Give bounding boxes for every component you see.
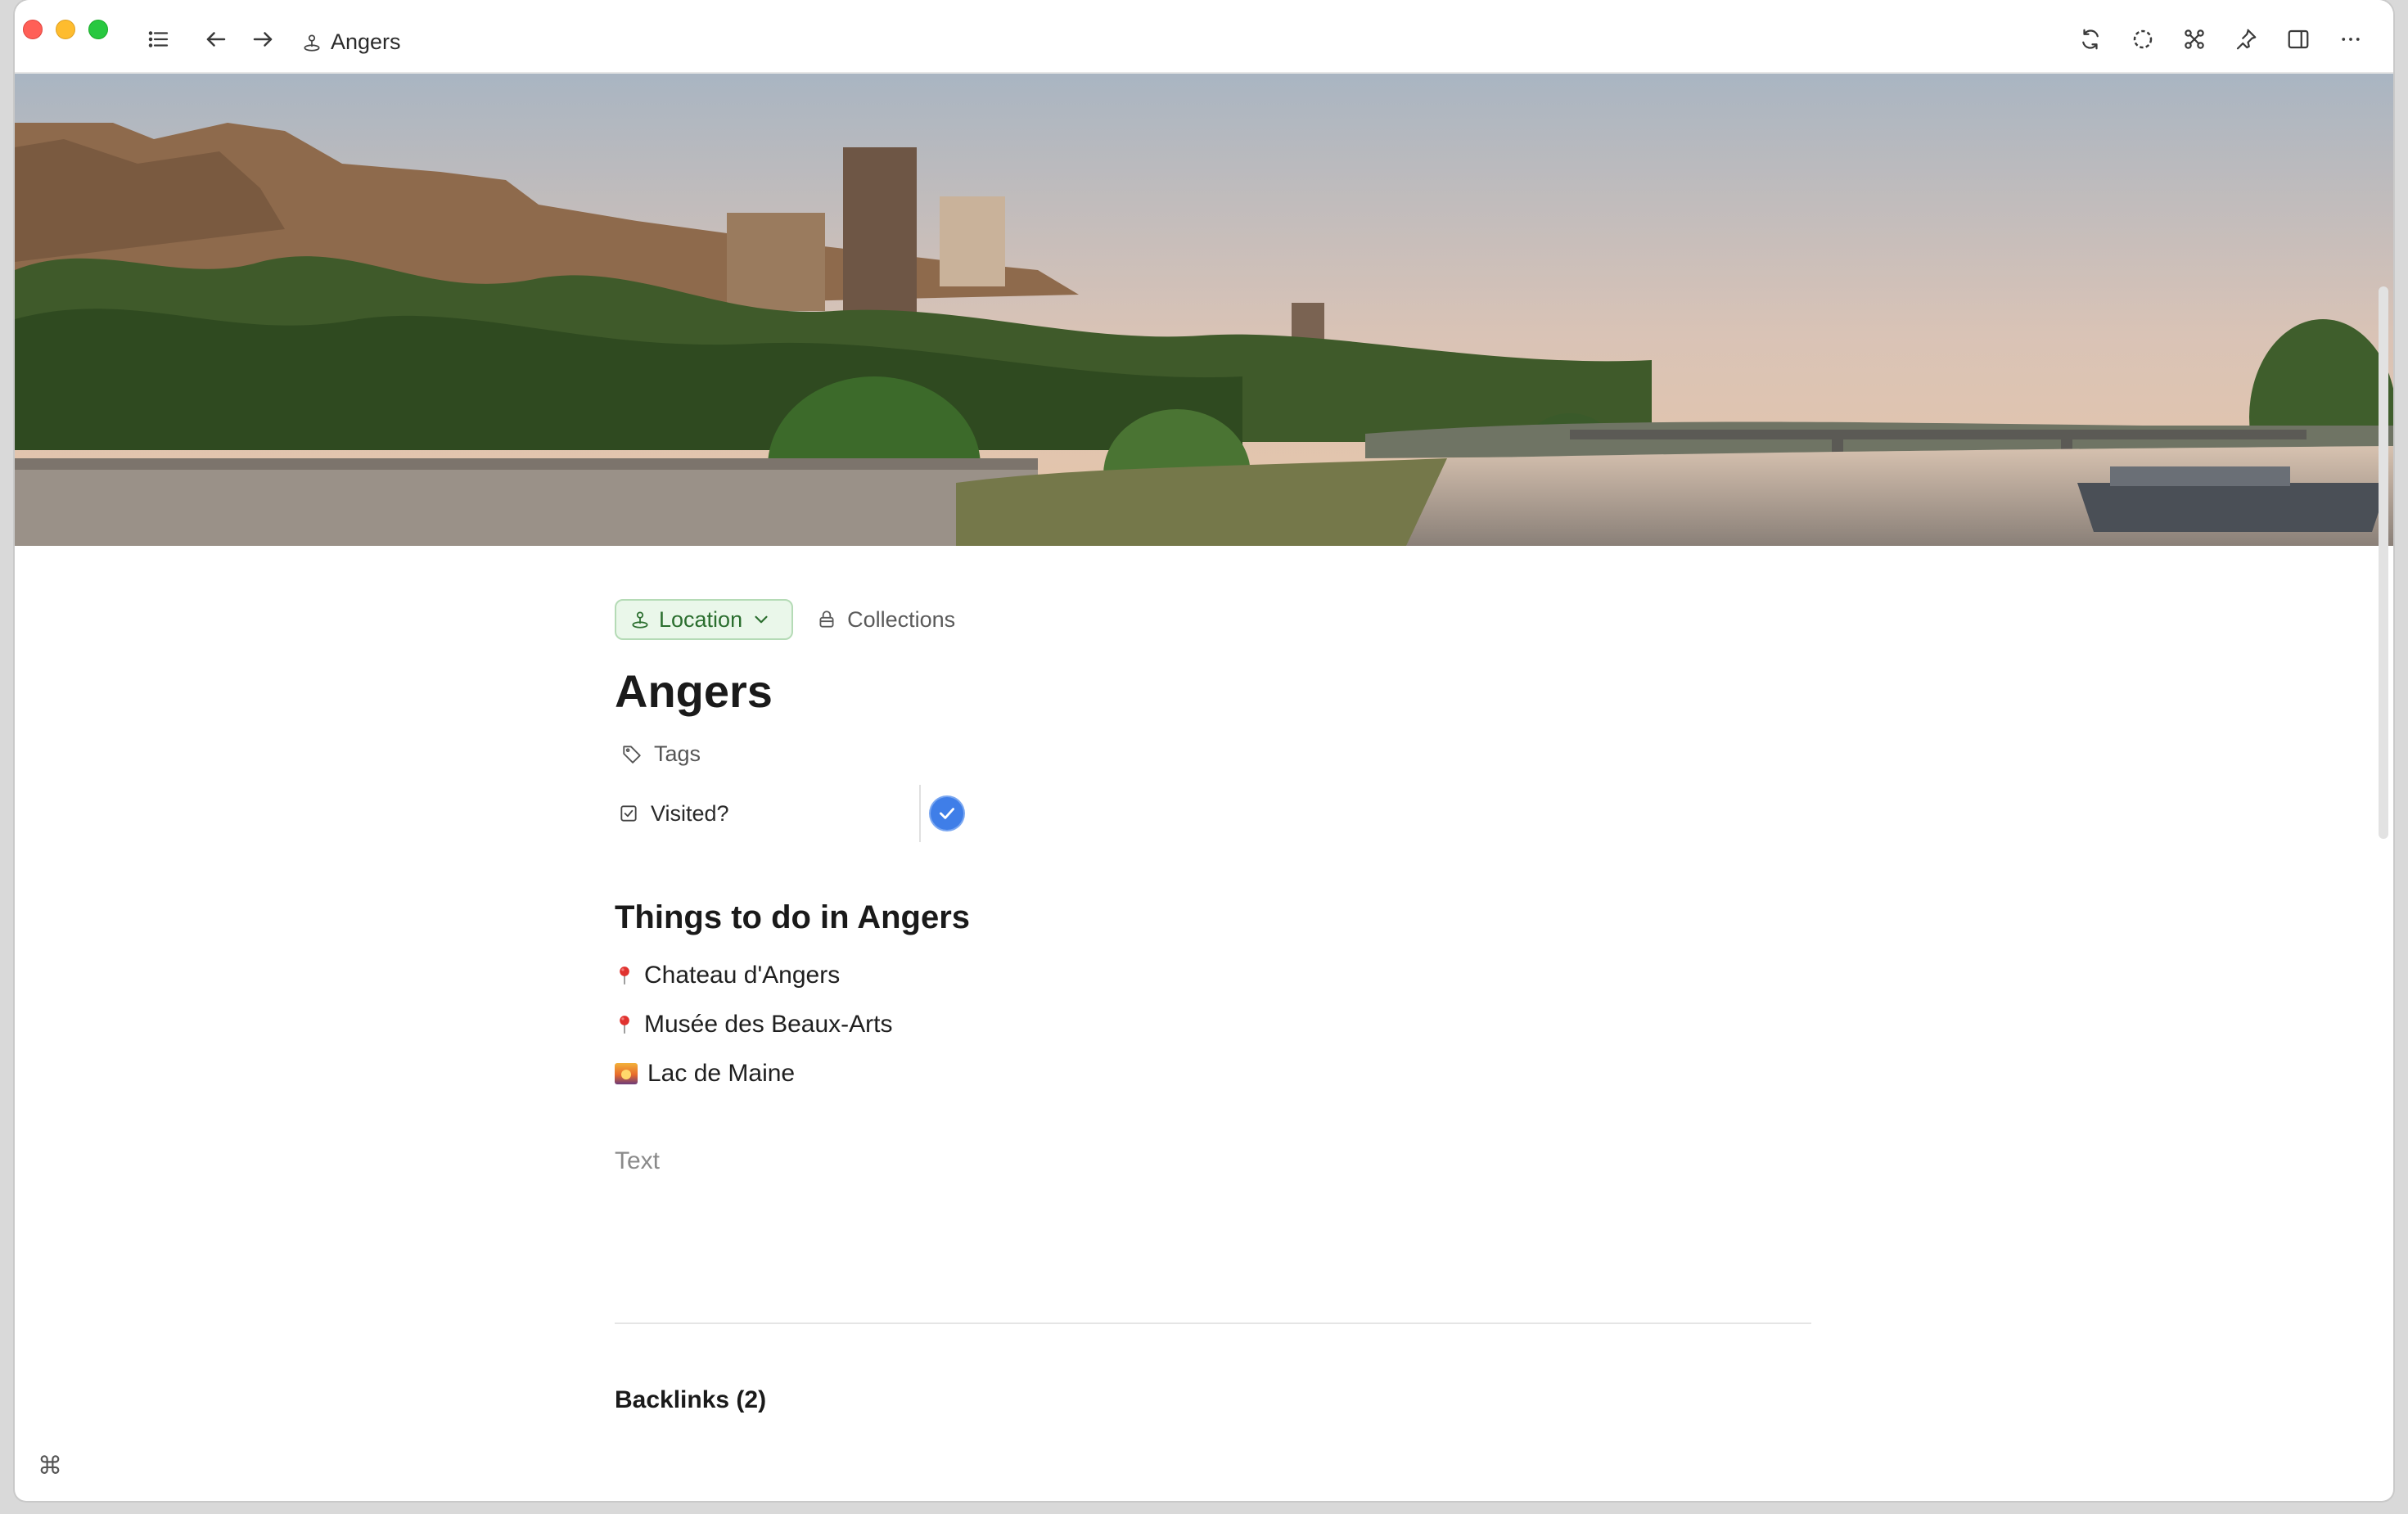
app-window: Angers Location Collections Angers Tags …: [15, 0, 2393, 1501]
type-label: Location: [659, 606, 743, 632]
visited-property: Visited?: [615, 785, 1818, 842]
collections-label: Collections: [847, 606, 956, 632]
visited-checkbox[interactable]: [931, 797, 963, 830]
scrollbar[interactable]: [2379, 286, 2388, 839]
list-item[interactable]: Lac de Maine: [615, 1049, 1818, 1098]
checkmark-icon: [940, 808, 954, 819]
chevron-down-icon: [755, 615, 768, 624]
sync-icon[interactable]: [2076, 25, 2105, 54]
list-item[interactable]: Musée des Beaux-Arts: [615, 1000, 1818, 1049]
window-controls: [23, 20, 108, 39]
maximize-window-button[interactable]: [88, 20, 108, 39]
lock-icon: [819, 611, 834, 628]
page-content: Location Collections Angers Tags Visited…: [615, 597, 1818, 1414]
title-bar: Angers: [15, 0, 2393, 74]
tag-icon: [623, 746, 641, 764]
collections-button[interactable]: Collections: [816, 607, 955, 633]
type-location-button[interactable]: Location: [615, 599, 794, 640]
tags-label: Tags: [654, 741, 701, 766]
visited-label-cell: Visited?: [615, 801, 919, 827]
list-item-label: Chateau d'Angers: [644, 962, 841, 989]
visited-label: Visited?: [651, 800, 729, 826]
minimize-window-button[interactable]: [56, 20, 75, 39]
property-divider: [919, 785, 921, 842]
breadcrumb-label: Angers: [331, 29, 401, 54]
section-heading[interactable]: Things to do in Angers: [615, 899, 1818, 936]
checkbox-icon: [620, 805, 637, 822]
cover-image: [15, 74, 2393, 546]
tags-property[interactable]: Tags: [615, 736, 1818, 772]
breadcrumb[interactable]: Angers: [301, 29, 401, 55]
command-menu-button[interactable]: ⌘: [38, 1452, 62, 1480]
location-pin-icon: [304, 34, 320, 52]
page-title[interactable]: Angers: [615, 665, 1818, 718]
pin-emoji-icon: [615, 1012, 634, 1037]
close-window-button[interactable]: [23, 20, 43, 39]
more-icon[interactable]: [2336, 25, 2365, 54]
section-divider: [615, 1322, 1811, 1324]
pin-icon[interactable]: [2231, 25, 2261, 54]
location-pin-icon: [632, 611, 648, 629]
list-item-label: Lac de Maine: [647, 1060, 796, 1087]
backlinks-heading[interactable]: Backlinks (2): [615, 1386, 1818, 1414]
pin-emoji-icon: [615, 963, 634, 988]
arrow-left-icon[interactable]: [201, 25, 231, 54]
sunset-emoji-icon: [615, 1063, 638, 1084]
list-item-label: Musée des Beaux-Arts: [644, 1011, 893, 1038]
arrow-right-icon[interactable]: [248, 25, 277, 54]
command-icon[interactable]: [2180, 25, 2209, 54]
dashed-circle-icon[interactable]: [2128, 25, 2158, 54]
things-to-do-list: Chateau d'Angers Musée des Beaux-Arts La…: [615, 951, 1818, 1098]
list-item[interactable]: Chateau d'Angers: [615, 951, 1818, 1000]
split-view-icon[interactable]: [2284, 25, 2313, 54]
page-type-row: Location Collections: [615, 597, 1818, 642]
text-placeholder[interactable]: Text: [615, 1147, 1818, 1175]
list-icon[interactable]: [144, 25, 174, 54]
